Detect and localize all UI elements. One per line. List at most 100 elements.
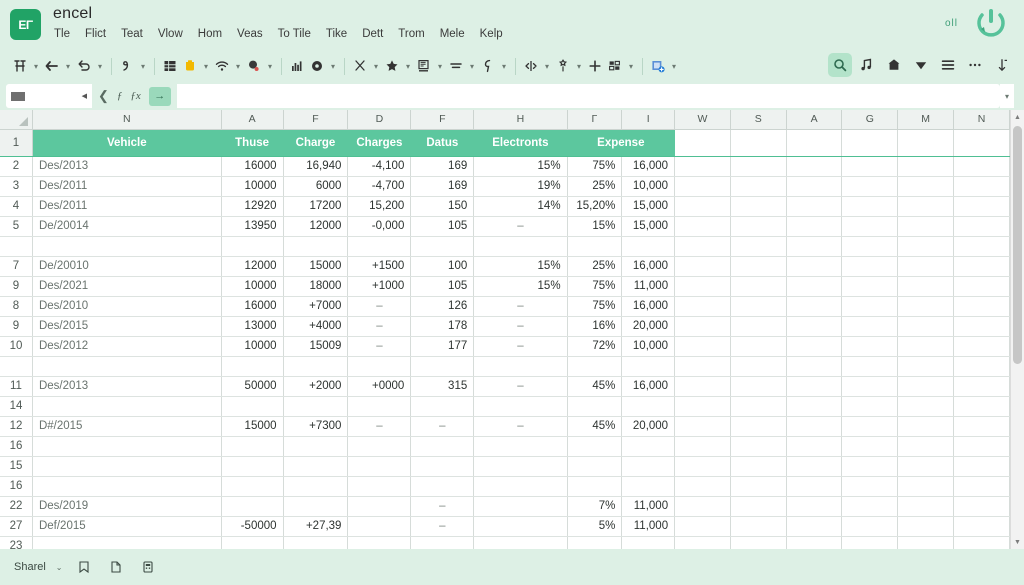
grid-cell[interactable] <box>898 416 954 436</box>
grid-cell[interactable] <box>730 336 786 356</box>
grid-cell[interactable] <box>954 336 1010 356</box>
column-header-3[interactable]: D <box>348 110 411 129</box>
format-painter-chevron-down-icon[interactable]: ▾ <box>137 55 149 77</box>
undo-chevron-down-icon[interactable]: ▾ <box>94 55 106 77</box>
grid-cell[interactable] <box>348 436 411 456</box>
grid-cell[interactable]: – <box>474 296 567 316</box>
grid-cell[interactable] <box>786 496 842 516</box>
grid-cell[interactable]: 45% <box>567 416 622 436</box>
grid-cell[interactable] <box>675 196 731 216</box>
grid-cell[interactable] <box>675 296 731 316</box>
grid-cell[interactable]: 50000 <box>221 376 283 396</box>
settings-gear-chevron-down-icon[interactable]: ▾ <box>327 55 339 77</box>
grid-cell[interactable] <box>411 396 474 416</box>
grid-cell[interactable] <box>786 396 842 416</box>
grid-insert-icon[interactable] <box>605 55 625 77</box>
grid-cell[interactable]: 15% <box>474 256 567 276</box>
grid-cell[interactable] <box>898 296 954 316</box>
grid-cell[interactable]: 16% <box>567 316 622 336</box>
row-number[interactable]: 8 <box>0 296 32 316</box>
formula-cancel-button[interactable]: ƒ <box>117 90 123 102</box>
grid-cell[interactable]: 12000 <box>283 216 348 236</box>
grid-cell[interactable] <box>622 436 675 456</box>
table-header-cell[interactable]: Charges <box>348 129 411 156</box>
grid-cell[interactable] <box>786 276 842 296</box>
grid-cell[interactable] <box>622 236 675 256</box>
music-note-icon[interactable] <box>855 53 879 77</box>
grid-cell[interactable]: Des/2012 <box>32 336 221 356</box>
grid-cell[interactable] <box>348 536 411 549</box>
grid-cell[interactable] <box>411 236 474 256</box>
grid-cell[interactable] <box>411 356 474 376</box>
grid-cell[interactable] <box>474 236 567 256</box>
grid-cell[interactable]: +4000 <box>283 316 348 336</box>
grid-cell[interactable]: – <box>474 316 567 336</box>
grid-cell[interactable]: Des/2021 <box>32 276 221 296</box>
search-icon[interactable] <box>828 53 852 77</box>
grid-cell[interactable] <box>622 396 675 416</box>
column-header-9[interactable]: S <box>730 110 786 129</box>
grid-cell[interactable] <box>786 416 842 436</box>
row-number[interactable]: 9 <box>0 316 32 336</box>
grid-cell[interactable]: 25% <box>567 176 622 196</box>
row-number[interactable]: 5 <box>0 216 32 236</box>
grid-cell[interactable] <box>898 376 954 396</box>
grid-cell[interactable] <box>348 236 411 256</box>
grid-cell[interactable] <box>348 396 411 416</box>
grid-cell[interactable]: 15,20% <box>567 196 622 216</box>
table-header-cell[interactable]: Thuse <box>221 129 283 156</box>
row-number[interactable]: 14 <box>0 396 32 416</box>
grid-cell[interactable]: -4,700 <box>348 176 411 196</box>
grid-cell[interactable] <box>32 396 221 416</box>
grid-cell[interactable] <box>675 456 731 476</box>
grid-cell[interactable] <box>898 196 954 216</box>
grid-cell[interactable]: – <box>474 336 567 356</box>
grid-cell[interactable] <box>283 456 348 476</box>
row-number[interactable] <box>0 236 32 256</box>
grid-cell[interactable]: 75% <box>567 156 622 176</box>
grid-cell[interactable] <box>221 476 283 496</box>
grid-cell[interactable] <box>898 236 954 256</box>
filter-chevron-down-icon[interactable]: ▾ <box>573 55 585 77</box>
column-header-4[interactable]: F <box>411 110 474 129</box>
grid-cell[interactable]: +27,39 <box>283 516 348 536</box>
column-header-8[interactable]: W <box>675 110 731 129</box>
paragraph-chevron-down-icon[interactable]: ▾ <box>434 55 446 77</box>
grid-cell[interactable]: +7000 <box>283 296 348 316</box>
table-layout-icon[interactable] <box>160 55 180 77</box>
page-icon[interactable] <box>105 556 127 578</box>
menu-item-vlow[interactable]: Vlow <box>157 27 184 41</box>
grid-cell[interactable] <box>675 396 731 416</box>
increase-font-size-icon[interactable] <box>10 55 30 77</box>
grid-cell[interactable] <box>221 356 283 376</box>
grid-cell[interactable] <box>954 456 1010 476</box>
image-insert-chevron-down-icon[interactable]: ▾ <box>668 55 680 77</box>
grid-cell[interactable] <box>730 256 786 276</box>
grid-cell[interactable]: 15% <box>474 276 567 296</box>
grid-cell[interactable] <box>898 176 954 196</box>
grid-cell[interactable] <box>474 436 567 456</box>
grid-cell[interactable] <box>622 456 675 476</box>
grid-cell[interactable]: +0000 <box>348 376 411 396</box>
grid-cell[interactable]: 16,000 <box>622 376 675 396</box>
grid-cell[interactable]: Des/2011 <box>32 176 221 196</box>
grid-cell[interactable]: 15000 <box>283 256 348 276</box>
grid-cell[interactable]: Des/2013 <box>32 376 221 396</box>
grid-cell[interactable]: 15,200 <box>348 196 411 216</box>
grid-cell[interactable] <box>567 536 622 549</box>
grid-cell[interactable] <box>675 416 731 436</box>
bar-chart-icon[interactable] <box>287 55 307 77</box>
grid-cell[interactable]: D#/2015 <box>32 416 221 436</box>
grid-cell[interactable] <box>954 196 1010 216</box>
grid-cell[interactable] <box>898 276 954 296</box>
power-icon[interactable] <box>972 4 1010 42</box>
grid-cell[interactable] <box>730 376 786 396</box>
share-chevron-down-icon[interactable]: ⌄ <box>56 563 63 572</box>
column-header-6[interactable]: Γ <box>567 110 622 129</box>
grid-cell[interactable] <box>842 276 898 296</box>
grid-cell[interactable]: 25% <box>567 256 622 276</box>
grid-cell[interactable] <box>730 316 786 336</box>
pen-icon[interactable] <box>478 55 498 77</box>
grid-cell[interactable]: +2000 <box>283 376 348 396</box>
name-box[interactable]: ◀ <box>6 84 92 108</box>
